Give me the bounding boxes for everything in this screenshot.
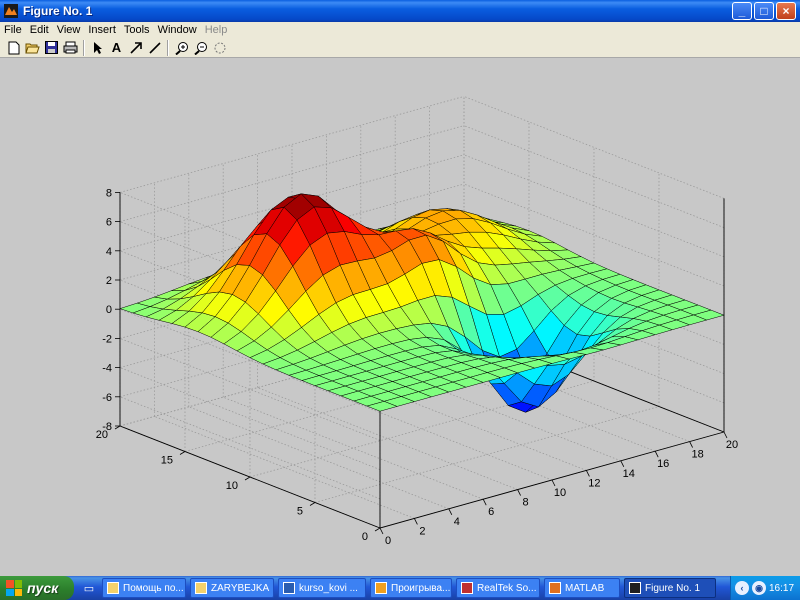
x-tick-label: 2: [419, 525, 425, 537]
taskbar-item[interactable]: ZARYBEJKA: [190, 578, 274, 598]
maximize-button[interactable]: □: [754, 2, 774, 20]
zoom-out-icon[interactable]: [191, 39, 210, 57]
folder-icon: [195, 582, 207, 594]
figure-window: Figure No. 1 _ □ × File Edit View Insert…: [0, 0, 800, 576]
matlab-icon: [549, 582, 561, 594]
windows-logo-icon: [6, 580, 22, 596]
show-desktop-icon[interactable]: ▭: [80, 580, 98, 596]
rotate-icon[interactable]: [210, 39, 229, 57]
x-tick-label: 8: [523, 497, 529, 509]
save-icon[interactable]: [42, 39, 61, 57]
z-tick-label: 0: [106, 304, 112, 316]
taskbar-item[interactable]: MATLAB: [544, 578, 620, 598]
z-tick-label: 4: [106, 246, 112, 258]
taskbar-item[interactable]: RealTek So...: [456, 578, 540, 598]
taskbar-item-label: ZARYBEJKA: [211, 582, 270, 594]
figure-toolbar: A: [0, 38, 800, 58]
y-tick-label: 10: [226, 480, 238, 492]
matlab-figure-icon: [629, 582, 641, 594]
pointer-icon[interactable]: [88, 39, 107, 57]
menu-help[interactable]: Help: [201, 24, 232, 36]
taskbar-item-label: MATLAB: [565, 582, 605, 594]
z-tick-label: 2: [106, 275, 112, 287]
menu-insert[interactable]: Insert: [84, 24, 120, 36]
task-buttons: Помощь по... ZARYBEJKA kurso_kovi ... Проиг…: [98, 578, 716, 598]
arrow-icon[interactable]: [126, 39, 145, 57]
y-tick-label: 5: [297, 506, 303, 518]
x-tick-label: 4: [454, 516, 460, 528]
back-arrow-icon[interactable]: ‹: [735, 581, 749, 595]
start-button[interactable]: пуск: [0, 576, 74, 600]
menu-bar: File Edit View Insert Tools Window Help: [0, 22, 800, 38]
taskbar-item-label: Проигрыва...: [391, 582, 451, 594]
taskbar-item[interactable]: kurso_kovi ...: [278, 578, 366, 598]
close-button[interactable]: ×: [776, 2, 796, 20]
open-icon[interactable]: [23, 39, 42, 57]
surface-plot-axes[interactable]: 0246810121416182005101520-8-6-4-202468: [0, 59, 800, 576]
taskbar-item-label: kurso_kovi ...: [299, 582, 358, 594]
line-icon[interactable]: [145, 39, 164, 57]
x-tick-label: 18: [691, 449, 703, 461]
volume-icon[interactable]: ◉: [752, 581, 766, 595]
surface-mesh: [119, 193, 725, 413]
z-tick-label: -4: [102, 363, 112, 375]
folder-icon: [107, 582, 119, 594]
z-tick-label: 8: [106, 187, 112, 199]
taskbar-item-label: Figure No. 1: [645, 582, 701, 594]
y-tick-label: 15: [161, 455, 173, 467]
text-icon[interactable]: A: [107, 39, 126, 57]
start-label: пуск: [27, 580, 59, 596]
matlab-figure-icon: [4, 4, 18, 18]
toolbar-separator: [167, 39, 169, 56]
toolbar-separator: [83, 39, 85, 56]
audio-icon: [461, 582, 473, 594]
media-player-icon: [375, 582, 387, 594]
y-tick-label: 0: [362, 531, 368, 543]
x-tick-label: 20: [726, 439, 738, 451]
zoom-in-icon[interactable]: [172, 39, 191, 57]
x-tick-label: 6: [488, 506, 494, 518]
menu-file[interactable]: File: [0, 24, 26, 36]
new-icon[interactable]: [4, 39, 23, 57]
z-tick-label: -8: [102, 421, 112, 433]
print-icon[interactable]: [61, 39, 80, 57]
clock: 16:17: [769, 582, 795, 594]
taskbar-item[interactable]: Figure No. 1: [624, 578, 716, 598]
menu-window[interactable]: Window: [154, 24, 201, 36]
window-title: Figure No. 1: [23, 4, 93, 18]
minimize-button[interactable]: _: [732, 2, 752, 20]
z-tick-label: -2: [102, 333, 112, 345]
x-tick-label: 12: [588, 477, 600, 489]
x-tick-label: 14: [623, 468, 635, 480]
taskbar-item[interactable]: Помощь по...: [102, 578, 186, 598]
menu-tools[interactable]: Tools: [120, 24, 154, 36]
taskbar: пуск ▭ Помощь по... ZARYBEJKA kurso_kovi .…: [0, 576, 800, 600]
menu-view[interactable]: View: [53, 24, 85, 36]
z-tick-label: 6: [106, 217, 112, 229]
x-tick-label: 0: [385, 535, 391, 547]
x-tick-label: 10: [554, 487, 566, 499]
taskbar-item-label: RealTek So...: [477, 582, 537, 594]
x-tick-label: 16: [657, 458, 669, 470]
taskbar-item[interactable]: Проигрыва...: [370, 578, 452, 598]
word-icon: [283, 582, 295, 594]
menu-edit[interactable]: Edit: [26, 24, 53, 36]
z-tick-label: -6: [102, 392, 112, 404]
taskbar-item-label: Помощь по...: [123, 582, 184, 594]
system-tray: ‹ ◉ 16:17: [730, 576, 800, 600]
title-bar[interactable]: Figure No. 1 _ □ ×: [0, 0, 800, 22]
